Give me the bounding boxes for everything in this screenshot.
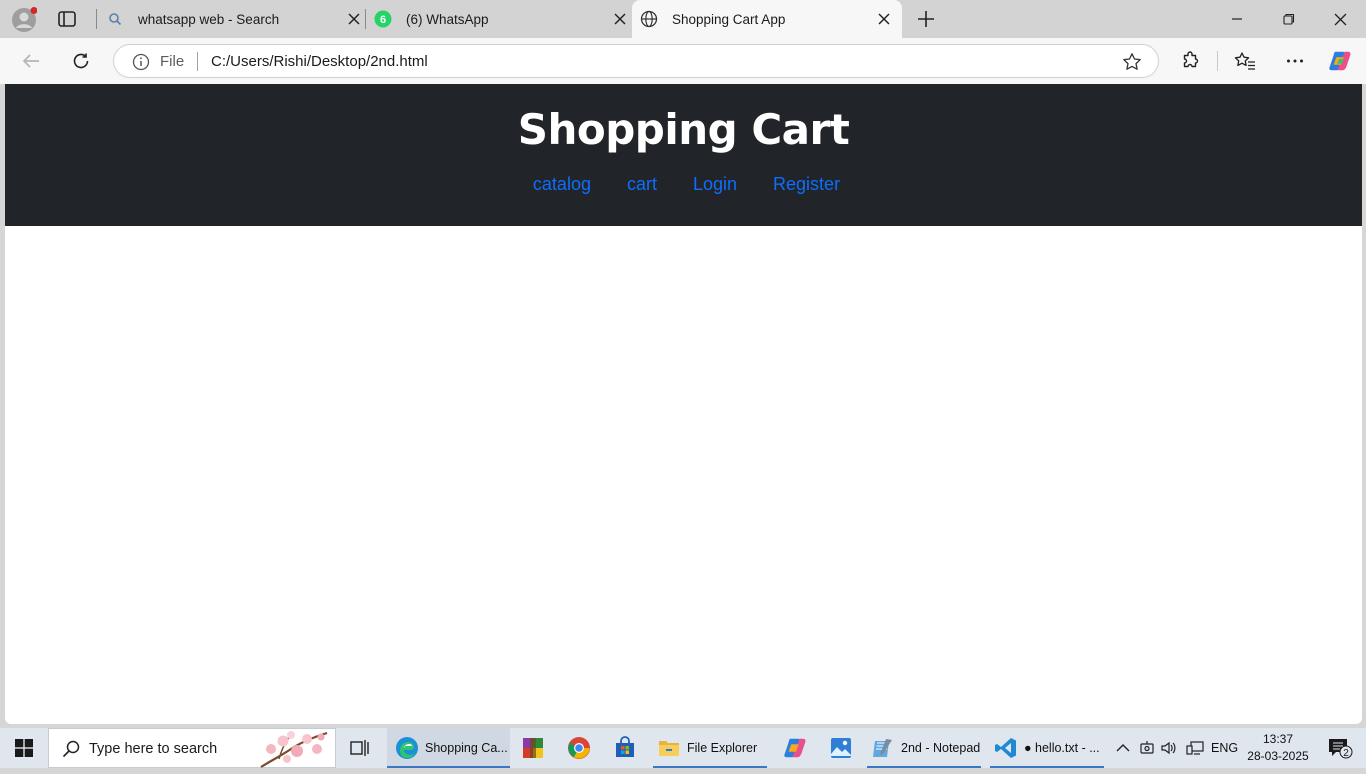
cherry-blossom-icon bbox=[259, 729, 329, 769]
page-viewport: Shopping Cart catalog cart Login Registe… bbox=[5, 84, 1362, 724]
tab-title: (6) WhatsApp bbox=[406, 11, 489, 27]
address-separator bbox=[197, 52, 198, 71]
chrome-icon bbox=[567, 736, 591, 760]
copilot-icon bbox=[783, 736, 807, 760]
taskbar: Type here to search Shopping Ca... File … bbox=[0, 728, 1366, 768]
start-button[interactable] bbox=[0, 728, 48, 768]
extensions-icon[interactable] bbox=[1178, 49, 1202, 73]
notepad-icon bbox=[871, 736, 895, 760]
whatsapp-icon: 6 bbox=[374, 10, 392, 28]
tab-shopping-cart[interactable]: Shopping Cart App bbox=[632, 0, 902, 38]
show-hidden-icons-button[interactable] bbox=[1113, 728, 1133, 768]
taskbar-app-copilot[interactable] bbox=[781, 728, 809, 768]
page-title: Shopping Cart bbox=[517, 105, 850, 154]
tab-separator bbox=[365, 9, 366, 29]
chevron-up-icon bbox=[1116, 744, 1130, 752]
nav-link-catalog[interactable]: catalog bbox=[533, 174, 591, 195]
taskbar-app-edge[interactable]: Shopping Ca... bbox=[387, 728, 510, 768]
clock-time: 13:37 bbox=[1262, 732, 1294, 746]
taskbar-app-photos[interactable] bbox=[827, 728, 855, 768]
vscode-icon bbox=[994, 736, 1018, 760]
taskbar-app-store[interactable] bbox=[611, 728, 639, 768]
globe-icon bbox=[640, 10, 658, 28]
taskbar-app-label: File Explorer bbox=[687, 741, 758, 755]
copilot-icon[interactable] bbox=[1328, 49, 1352, 73]
close-window-button[interactable] bbox=[1314, 0, 1366, 38]
winrar-icon bbox=[521, 736, 545, 760]
favorite-star-icon[interactable] bbox=[1122, 52, 1142, 72]
site-header: Shopping Cart catalog cart Login Registe… bbox=[5, 84, 1362, 226]
meet-now-icon[interactable] bbox=[1138, 728, 1156, 768]
site-nav: catalog cart Login Register bbox=[5, 174, 1362, 195]
close-tab-icon[interactable] bbox=[876, 11, 892, 27]
notification-count: 2 bbox=[1343, 748, 1349, 759]
notifications-icon: 2 bbox=[1329, 739, 1353, 759]
photos-icon bbox=[829, 736, 853, 760]
new-tab-button[interactable] bbox=[914, 7, 938, 31]
taskbar-app-label: 2nd - Notepad bbox=[901, 741, 981, 755]
tab-title: Shopping Cart App bbox=[672, 11, 786, 27]
search-placeholder: Type here to search bbox=[89, 741, 218, 757]
nav-link-cart[interactable]: cart bbox=[627, 174, 657, 195]
tab-strip: whatsapp web - Search 6 (6) WhatsApp Sho… bbox=[0, 0, 1366, 38]
taskbar-app-winrar[interactable] bbox=[519, 728, 547, 768]
task-view-button[interactable] bbox=[342, 728, 378, 768]
edge-icon bbox=[395, 736, 419, 760]
tab-separator bbox=[96, 9, 97, 29]
whatsapp-badge: 6 bbox=[380, 14, 386, 26]
profile-icon[interactable] bbox=[11, 7, 38, 33]
volume-icon[interactable] bbox=[1160, 728, 1178, 768]
windows-icon bbox=[15, 739, 33, 757]
search-icon bbox=[61, 739, 81, 759]
task-view-icon bbox=[348, 736, 372, 760]
close-tab-icon[interactable] bbox=[346, 11, 362, 27]
tab-actions-icon[interactable] bbox=[57, 9, 77, 29]
folder-icon bbox=[657, 736, 681, 760]
info-icon[interactable] bbox=[132, 53, 150, 71]
back-button[interactable] bbox=[19, 49, 43, 73]
taskbar-search-box[interactable]: Type here to search bbox=[48, 728, 336, 768]
taskbar-app-label: ● hello.txt - ... bbox=[1024, 741, 1100, 755]
restore-button[interactable] bbox=[1263, 0, 1315, 38]
clock-date: 28-03-2025 bbox=[1247, 749, 1309, 763]
taskbar-app-chrome[interactable] bbox=[565, 728, 593, 768]
taskbar-app-file-explorer[interactable]: File Explorer bbox=[653, 728, 767, 768]
network-icon[interactable] bbox=[1185, 728, 1205, 768]
address-url[interactable]: C:/Users/Rishi/Desktop/2nd.html bbox=[211, 53, 428, 70]
address-bar[interactable]: File C:/Users/Rishi/Desktop/2nd.html bbox=[113, 44, 1159, 78]
taskbar-app-vscode[interactable]: ● hello.txt - ... bbox=[990, 728, 1104, 768]
tab-whatsapp[interactable]: 6 (6) WhatsApp bbox=[374, 0, 628, 38]
search-icon bbox=[106, 10, 124, 28]
more-menu-icon[interactable] bbox=[1283, 49, 1307, 73]
taskbar-app-notepad[interactable]: 2nd - Notepad bbox=[867, 728, 981, 768]
close-tab-icon[interactable] bbox=[612, 11, 628, 27]
clock[interactable]: 13:37 28-03-2025 bbox=[1242, 731, 1314, 765]
tab-title: whatsapp web - Search bbox=[138, 11, 280, 27]
browser-toolbar: File C:/Users/Rishi/Desktop/2nd.html bbox=[0, 38, 1366, 84]
taskbar-app-label: Shopping Ca... bbox=[425, 741, 508, 755]
nav-link-register[interactable]: Register bbox=[773, 174, 840, 195]
address-scheme-label: File bbox=[160, 53, 185, 70]
language-indicator[interactable]: ENG bbox=[1211, 728, 1238, 768]
notification-center-button[interactable]: 2 bbox=[1322, 728, 1358, 768]
nav-link-login[interactable]: Login bbox=[693, 174, 737, 195]
tab-whatsapp-search[interactable]: whatsapp web - Search bbox=[106, 0, 362, 38]
toolbar-separator bbox=[1217, 51, 1218, 71]
minimize-button[interactable] bbox=[1211, 0, 1263, 38]
favorites-icon[interactable] bbox=[1233, 49, 1257, 73]
refresh-button[interactable] bbox=[69, 49, 93, 73]
store-icon bbox=[613, 736, 637, 760]
